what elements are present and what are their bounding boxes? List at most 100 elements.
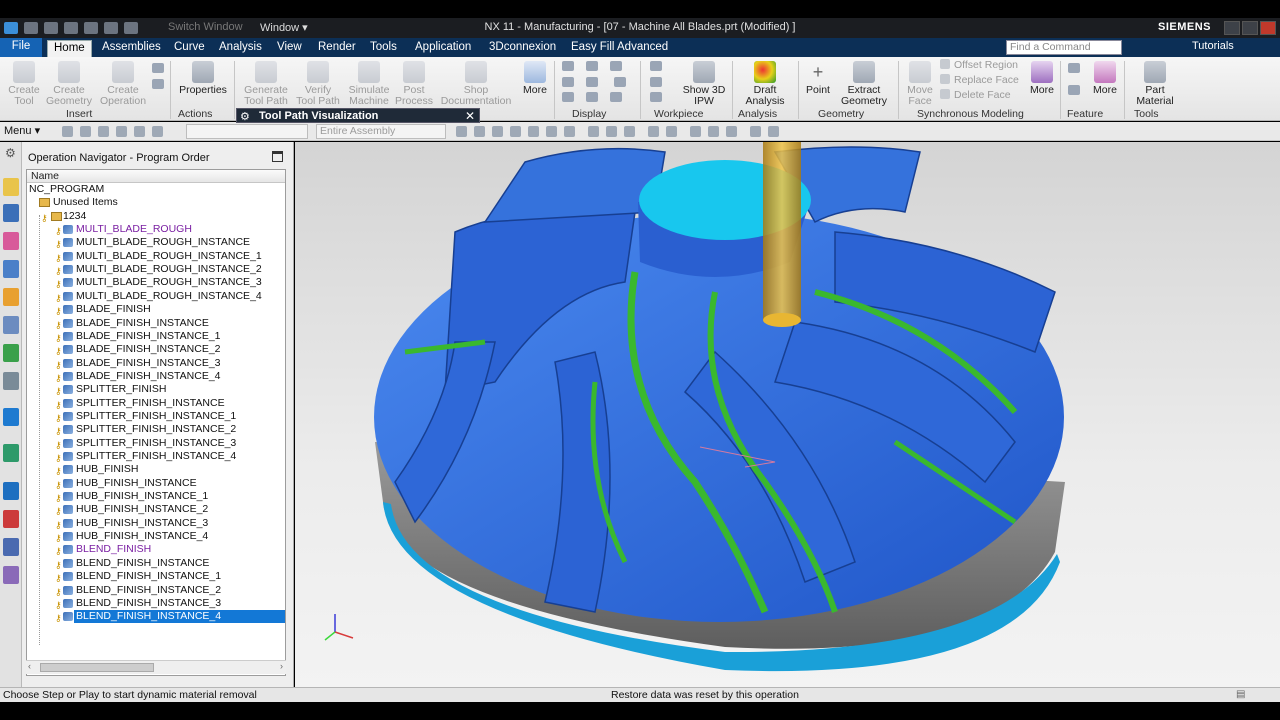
impeller-3d-model[interactable] [295, 142, 1280, 687]
operation-navigator-icon[interactable] [3, 260, 19, 278]
history-icon[interactable] [3, 408, 19, 426]
tab-tools[interactable]: Tools [364, 40, 403, 57]
more-button-1[interactable]: More [520, 61, 550, 96]
insert-small-icon[interactable] [152, 63, 164, 73]
tree-operation[interactable]: ⚷ SPLITTER_FINISH_INSTANCE_1 [27, 410, 285, 423]
maximize-icon[interactable] [272, 151, 283, 162]
tab-3dconnexion[interactable]: 3Dconnexion [483, 40, 562, 57]
snap-icon-6[interactable] [546, 126, 557, 137]
tree-operation[interactable]: ⚷ BLADE_FINISH [27, 303, 285, 316]
type-filter-select[interactable] [186, 124, 308, 139]
snap-icon-4[interactable] [510, 126, 521, 137]
point-button[interactable]: + Point [802, 61, 834, 96]
machine-tool-navigator-icon[interactable] [3, 288, 19, 306]
view-icon-3[interactable] [624, 126, 635, 137]
selection-icon-4[interactable] [116, 126, 127, 137]
tree-root[interactable]: NC_PROGRAM [27, 183, 285, 196]
create-tool-button[interactable]: Create Tool [6, 61, 42, 107]
tree-operation[interactable]: ⚷ SPLITTER_FINISH_INSTANCE_2 [27, 423, 285, 436]
settings-gear-icon[interactable]: ⚙ [240, 110, 250, 123]
create-operation-button[interactable]: Create Operation [96, 61, 150, 107]
close-icon[interactable]: ✕ [465, 109, 475, 123]
menu-button[interactable]: Menu ▾ [4, 124, 40, 137]
view-icon-1[interactable] [588, 126, 599, 137]
tree-operation[interactable]: ⚷ SPLITTER_FINISH_INSTANCE_4 [27, 450, 285, 463]
graphics-window[interactable] [295, 142, 1280, 687]
workpiece-icon-3[interactable] [650, 92, 662, 102]
workpiece-icon-1[interactable] [650, 61, 662, 71]
gear-icon[interactable]: ⚙ [5, 146, 16, 160]
part-material-button[interactable]: Part Material [1128, 61, 1182, 107]
tab-file[interactable]: File [0, 38, 42, 57]
system-scene-icon[interactable] [3, 538, 19, 556]
tab-assemblies[interactable]: Assemblies [96, 40, 167, 57]
tree-operation[interactable]: ⚷ SPLITTER_FINISH [27, 383, 285, 396]
process-studio-icon[interactable] [3, 444, 19, 462]
view-icon-10[interactable] [768, 126, 779, 137]
column-header-name[interactable]: Name [27, 170, 285, 183]
snap-icon-2[interactable] [474, 126, 485, 137]
move-face-button[interactable]: Move Face [902, 61, 938, 107]
display-icon-7[interactable] [562, 92, 574, 102]
scrollbar-thumb[interactable] [40, 663, 154, 672]
clock-icon[interactable] [3, 482, 19, 500]
assembly-scope-select[interactable]: Entire Assembly [316, 124, 446, 139]
selection-icon-3[interactable] [98, 126, 109, 137]
tree-operation[interactable]: ⚷ SPLITTER_FINISH_INSTANCE [27, 397, 285, 410]
shop-documentation-button[interactable]: Shop Documentation [436, 61, 516, 107]
display-icon-6[interactable] [614, 77, 626, 87]
snap-icon-5[interactable] [528, 126, 539, 137]
properties-button[interactable]: Properties [176, 61, 230, 96]
view-icon-4[interactable] [648, 126, 659, 137]
scroll-right-icon[interactable]: › [280, 661, 283, 671]
tool-path-visualization-dialog[interactable]: ⚙ Tool Path Visualization ✕ [236, 108, 480, 123]
feature-icon-1[interactable] [1068, 63, 1080, 73]
tree-operation[interactable]: ⚷ HUB_FINISH_INSTANCE_4 [27, 530, 285, 543]
display-icon-5[interactable] [586, 77, 598, 87]
view-icon-8[interactable] [726, 126, 737, 137]
find-command-input[interactable]: Find a Command [1006, 40, 1122, 55]
tab-curve[interactable]: Curve [168, 40, 211, 57]
search-icon[interactable]: ⌕ [1108, 40, 1114, 53]
tree-operation[interactable]: ⚷ HUB_FINISH [27, 463, 285, 476]
display-icon-8[interactable] [586, 92, 598, 102]
tab-home[interactable]: Home [47, 40, 92, 57]
hd3d-tools-icon[interactable] [3, 344, 19, 362]
status-toggle-icon[interactable]: ▤ [1236, 689, 1245, 700]
view-icon-6[interactable] [690, 126, 701, 137]
scroll-left-icon[interactable]: ‹ [28, 661, 31, 671]
tree-operation[interactable]: ⚷ BLADE_FINISH_INSTANCE_1 [27, 330, 285, 343]
selection-icon-2[interactable] [80, 126, 91, 137]
delete-face-button[interactable]: Delete Face [940, 89, 1011, 101]
view-icon-5[interactable] [666, 126, 677, 137]
tree-operation[interactable]: ⚷ HUB_FINISH_INSTANCE [27, 477, 285, 490]
selection-icon-1[interactable] [62, 126, 73, 137]
close-button[interactable] [1260, 21, 1276, 35]
assembly-navigator-icon[interactable] [3, 204, 19, 222]
reuse-library-icon[interactable] [3, 316, 19, 334]
draft-analysis-button[interactable]: Draft Analysis [738, 61, 792, 107]
tree-operation[interactable]: ⚷ MULTI_BLADE_ROUGH [27, 223, 285, 236]
tree-operation[interactable]: ⚷ SPLITTER_FINISH_INSTANCE_3 [27, 437, 285, 450]
tab-view[interactable]: View [271, 40, 308, 57]
replace-face-button[interactable]: Replace Face [940, 74, 1019, 86]
show-3d-ipw-button[interactable]: Show 3D IPW [680, 61, 728, 107]
tree-operation[interactable]: ⚷ BLADE_FINISH_INSTANCE_2 [27, 343, 285, 356]
roles-icon[interactable] [3, 510, 19, 528]
tree-operation[interactable]: ⚷ BLADE_FINISH_INSTANCE [27, 317, 285, 330]
snap-icon-7[interactable] [564, 126, 575, 137]
display-icon-1[interactable] [562, 61, 574, 71]
verify-tool-path-button[interactable]: Verify Tool Path [294, 61, 342, 107]
display-icon-3[interactable] [610, 61, 622, 71]
view-icon-2[interactable] [606, 126, 617, 137]
tab-easy-fill-advanced[interactable]: Easy Fill Advanced [565, 40, 674, 57]
tree-program[interactable]: ⚷ 1234 [27, 210, 285, 223]
selection-icon-6[interactable] [152, 126, 163, 137]
tree-operation[interactable]: ⚷ BLADE_FINISH_INSTANCE_3 [27, 357, 285, 370]
restore-button[interactable] [1242, 21, 1258, 35]
extract-geometry-button[interactable]: Extract Geometry [836, 61, 892, 107]
tree-operation-selected[interactable]: ⚷ BLEND_FINISH_INSTANCE_4 [27, 610, 285, 624]
tree-unused-items[interactable]: Unused Items [27, 196, 285, 209]
tab-render[interactable]: Render [312, 40, 362, 57]
feature-icon-2[interactable] [1068, 85, 1080, 95]
